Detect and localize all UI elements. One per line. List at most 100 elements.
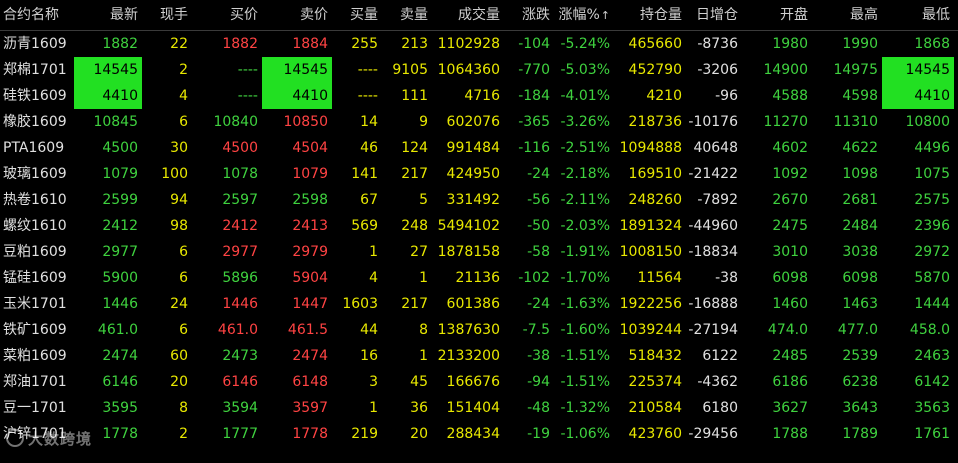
- cell-doi: -21422: [688, 166, 738, 182]
- cell-open: 1092: [772, 166, 808, 182]
- col-header-low[interactable]: 最低: [882, 0, 954, 30]
- table-row[interactable]: 玉米1701 1446 24 1446 1447 1603 217 601386 -24 -1.6…: [0, 291, 958, 317]
- cell-high: 1789: [842, 426, 878, 442]
- cell-ask: 4504: [292, 140, 328, 156]
- cell-name: 玉米1701: [3, 296, 67, 312]
- col-header-askq[interactable]: 卖量: [382, 0, 432, 30]
- cell-low: 458.0: [909, 322, 950, 338]
- cell-bidq: 14: [360, 114, 378, 130]
- table-row[interactable]: PTA1609 4500 30 4500 4504 46 124 991484 -116 -2.5…: [0, 135, 958, 161]
- col-header-pct[interactable]: 涨幅%↑: [554, 0, 614, 30]
- cell-bid: 2597: [222, 192, 258, 208]
- col-header-ask[interactable]: 卖价: [262, 0, 332, 30]
- cell-oi: 1094888: [619, 140, 682, 156]
- cell-bidq: 44: [360, 322, 378, 338]
- col-header-total[interactable]: 成交量: [432, 0, 504, 30]
- cell-chg: -24: [527, 166, 550, 182]
- cell-oi: 1891324: [619, 218, 682, 234]
- cell-bid: 2473: [222, 348, 258, 364]
- col-header-oi[interactable]: 持仓量: [614, 0, 686, 30]
- cell-last: 6146: [102, 374, 138, 390]
- col-header-bid[interactable]: 买价: [192, 0, 262, 30]
- cell-low: 2972: [914, 244, 950, 260]
- cell-bid: 6146: [222, 374, 258, 390]
- col-header-high[interactable]: 最高: [812, 0, 882, 30]
- col-header-last[interactable]: 最新: [74, 0, 142, 30]
- cell-total: 602076: [446, 114, 500, 130]
- cell-doi: -27194: [688, 322, 738, 338]
- table-row[interactable]: 硅铁1609 4410 4 ---- 4410 ---- 111 4716 -184 -4.01%…: [0, 83, 958, 109]
- table-row[interactable]: 橡胶1609 10845 6 10840 10850 14 9 602076 -365 -3.26…: [0, 109, 958, 135]
- cell-name: 铁矿1609: [3, 322, 67, 338]
- cell-name: 硅铁1609: [3, 88, 67, 104]
- col-header-vol[interactable]: 现手: [142, 0, 192, 30]
- col-header-name[interactable]: 合约名称: [0, 0, 74, 30]
- cell-chg: -38: [527, 348, 550, 364]
- cell-total: 151404: [446, 400, 500, 416]
- table-row[interactable]: 铁矿1609 461.0 6 461.0 461.5 44 8 1387630 -7.5 -1.6…: [0, 317, 958, 343]
- cell-high: 4598: [842, 88, 878, 104]
- cell-askq: 217: [401, 296, 428, 312]
- cell-bid: 1446: [222, 296, 258, 312]
- table-row[interactable]: 螺纹1610 2412 98 2412 2413 569 248 5494102 -50 -2.0…: [0, 213, 958, 239]
- cell-chg: -19: [527, 426, 550, 442]
- cell-last: 4500: [102, 140, 138, 156]
- table-row[interactable]: 郑油1701 6146 20 6146 6148 3 45 166676 -94 -1.51% 22…: [0, 369, 958, 395]
- col-header-open[interactable]: 开盘: [742, 0, 812, 30]
- table-row[interactable]: 豆一1701 3595 8 3594 3597 1 36 151404 -48 -1.32% 210…: [0, 395, 958, 421]
- cell-askq: 1: [419, 348, 428, 364]
- cell-chg: -50: [527, 218, 550, 234]
- cell-askq: 9: [419, 114, 428, 130]
- sort-arrow-icon: ↑: [600, 9, 610, 22]
- cell-vol: 60: [170, 348, 188, 364]
- cell-oi: 423760: [628, 426, 682, 442]
- cell-last: 1882: [102, 36, 138, 52]
- cell-total: 991484: [446, 140, 500, 156]
- cell-bidq: ----: [357, 88, 378, 104]
- cell-oi: 210584: [628, 400, 682, 416]
- cell-last: 14545: [74, 57, 142, 83]
- cell-low: 1868: [914, 36, 950, 52]
- col-header-chg[interactable]: 涨跌: [504, 0, 554, 30]
- cell-chg: -184: [518, 88, 550, 104]
- table-row[interactable]: 玻璃1609 1079 100 1078 1079 141 217 424950 -24 -2.1…: [0, 161, 958, 187]
- cell-high: 14975: [833, 62, 878, 78]
- cell-open: 3010: [772, 244, 808, 260]
- table-row[interactable]: 锰硅1609 5900 6 5896 5904 4 1 21136 -102 -1.70% 1156…: [0, 265, 958, 291]
- cell-askq: 5: [419, 192, 428, 208]
- cell-total: 1878158: [437, 244, 500, 260]
- cell-low: 1075: [914, 166, 950, 182]
- table-row[interactable]: 沪锌1701 1778 2 1777 1778 219 20 288434 -19 -1.06% 4…: [0, 421, 958, 447]
- cell-high: 477.0: [837, 322, 878, 338]
- cell-doi: 40648: [693, 140, 738, 156]
- cell-open: 11270: [763, 114, 808, 130]
- col-header-doi[interactable]: 日增仓: [686, 0, 742, 30]
- table-row[interactable]: 热卷1610 2599 94 2597 2598 67 5 331492 -56 -2.11% 24…: [0, 187, 958, 213]
- cell-vol: 20: [170, 374, 188, 390]
- cell-askq: 124: [401, 140, 428, 156]
- cell-low: 2396: [914, 218, 950, 234]
- cell-bid: 2977: [222, 244, 258, 260]
- col-header-bidq[interactable]: 买量: [332, 0, 382, 30]
- cell-bidq: 16: [360, 348, 378, 364]
- cell-askq: 248: [401, 218, 428, 234]
- cell-last: 3595: [102, 400, 138, 416]
- cell-vol: 2: [179, 426, 188, 442]
- cell-askq: 45: [410, 374, 428, 390]
- cell-ask: 1079: [292, 166, 328, 182]
- cell-total: 1387630: [437, 322, 500, 338]
- cell-oi: 4210: [646, 88, 682, 104]
- cell-high: 1463: [842, 296, 878, 312]
- cell-ask: 14545: [262, 57, 332, 83]
- cell-doi: -4362: [697, 374, 738, 390]
- cell-bidq: 219: [351, 426, 378, 442]
- table-row[interactable]: 菜粕1609 2474 60 2473 2474 16 1 2133200 -38 -1.51% 5…: [0, 343, 958, 369]
- cell-bid: 3594: [222, 400, 258, 416]
- cell-ask: 1778: [292, 426, 328, 442]
- cell-low: 4496: [914, 140, 950, 156]
- table-row[interactable]: 豆粕1609 2977 6 2977 2979 1 27 1878158 -58 -1.91% 10…: [0, 239, 958, 265]
- table-row[interactable]: 沥青1609 1882 22 1882 1884 255 213 1102928 -104 -5.…: [0, 31, 958, 57]
- cell-low: 1444: [914, 296, 950, 312]
- table-row[interactable]: 郑棉1701 14545 2 ---- 14545 ---- 9105 1064360 -770…: [0, 57, 958, 83]
- cell-vol: 6: [179, 322, 188, 338]
